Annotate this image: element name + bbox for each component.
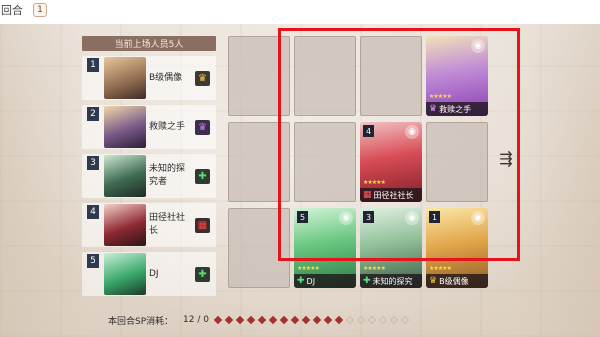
roster-index-badge: 4: [87, 205, 99, 219]
sp-pip-filled: [323, 315, 333, 325]
sp-pip-filled: [224, 315, 234, 325]
roster-name: 田径社社长: [149, 213, 186, 236]
roster-name: 救赎之手: [149, 121, 186, 132]
sp-pip-filled: [334, 315, 344, 325]
star-rating: ★★★★★: [297, 265, 320, 272]
card-name: B级偶像: [439, 276, 469, 286]
roster-header: 当前上场人员5人: [82, 36, 216, 51]
highlight-box: [278, 28, 520, 261]
roster-index-badge: 5: [87, 254, 99, 268]
roster-name: B级偶像: [149, 72, 183, 83]
sp-pip-filled: [268, 315, 278, 325]
card-name-bar: ♛ B级偶像: [426, 274, 488, 288]
sp-label: 本回合SP消耗：: [108, 316, 174, 327]
sp-pip-empty: [378, 315, 388, 325]
star-rating: ★★★★★: [429, 265, 452, 272]
roster-panel: 当前上场人员5人 1 B级偶像 ♛ 2 救赎之手 ♛ 3 未知的探究者 ✚ 4 田径社社长 ▦ 5 DJ ✚: [82, 36, 216, 296]
round-number-badge: 1: [33, 3, 47, 17]
sp-pip-filled: [213, 315, 223, 325]
sp-value: 12 / 0: [183, 315, 209, 325]
character-portrait: [104, 155, 146, 197]
roster-list: 1 B级偶像 ♛ 2 救赎之手 ♛ 3 未知的探究者 ✚ 4 田径社社长 ▦ 5 DJ ✚: [82, 56, 216, 296]
green-cross-icon: ✚: [363, 276, 371, 286]
character-portrait: [104, 253, 146, 295]
roster-index-badge: 3: [87, 156, 99, 170]
character-portrait: [104, 204, 146, 246]
sp-pip-filled: [301, 315, 311, 325]
card-name: 未知的探究: [372, 276, 413, 286]
gold-crown-icon: ♛: [195, 71, 210, 86]
sp-pip-filled: [279, 315, 289, 325]
sp-pip-empty: [367, 315, 377, 325]
roster-index-badge: 1: [87, 58, 99, 72]
character-portrait: [104, 106, 146, 148]
sp-pips: [213, 315, 410, 325]
green-cross-icon: ✚: [195, 169, 210, 184]
sp-pip-filled: [246, 315, 256, 325]
roster-item[interactable]: 5 DJ ✚: [82, 252, 216, 296]
sp-pip-filled: [290, 315, 300, 325]
purple-crown-icon: ♛: [195, 120, 210, 135]
red-grid-icon: ▦: [195, 218, 210, 233]
character-portrait: [104, 57, 146, 99]
sp-cost-bar: 本回合SP消耗： 12 / 0: [0, 310, 600, 330]
sp-pip-empty: [400, 315, 410, 325]
roster-item[interactable]: 2 救赎之手 ♛: [82, 105, 216, 149]
roster-item[interactable]: 4 田径社社长 ▦: [82, 203, 216, 247]
star-rating: ★★★★★: [363, 265, 386, 272]
card-name-bar: ✚ DJ: [294, 274, 356, 288]
gold-crown-icon: ♛: [429, 276, 438, 286]
sp-pip-empty: [356, 315, 366, 325]
roster-item[interactable]: 3 未知的探究者 ✚: [82, 154, 216, 198]
sp-pip-filled: [235, 315, 245, 325]
sp-pip-filled: [257, 315, 267, 325]
card-name: DJ: [306, 276, 316, 286]
round-indicator: 回合 1: [0, 0, 600, 20]
green-cross-icon: ✚: [297, 276, 305, 286]
round-label: 回合: [1, 4, 23, 17]
sp-pip-empty: [345, 315, 355, 325]
roster-name: DJ: [149, 268, 159, 279]
roster-index-badge: 2: [87, 107, 99, 121]
sp-pip-filled: [312, 315, 322, 325]
sp-pip-empty: [389, 315, 399, 325]
roster-item[interactable]: 1 B级偶像 ♛: [82, 56, 216, 100]
green-cross-icon: ✚: [195, 267, 210, 282]
card-name-bar: ✚ 未知的探究: [360, 274, 422, 288]
roster-name: 未知的探究者: [149, 164, 186, 187]
